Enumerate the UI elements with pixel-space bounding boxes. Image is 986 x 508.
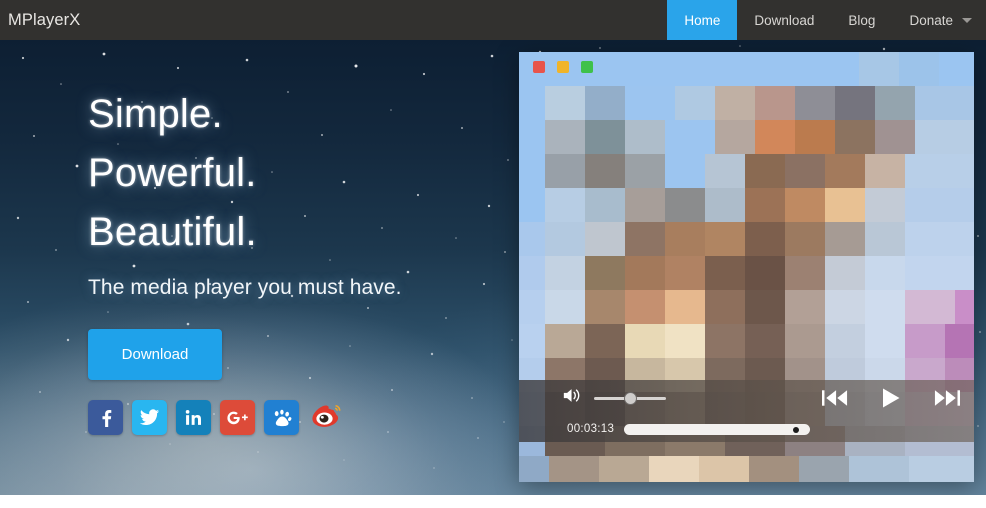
social-links-row <box>88 400 402 435</box>
google-plus-icon <box>226 408 250 428</box>
nav-item-download-label: Download <box>754 13 814 28</box>
page-content-below-hero <box>0 495 986 508</box>
window-close-button[interactable] <box>533 61 545 73</box>
nav-item-home[interactable]: Home <box>667 0 737 40</box>
nav-item-blog-label: Blog <box>848 13 875 28</box>
transport-controls <box>822 380 960 416</box>
site-brand-logo[interactable]: MPlayerX <box>0 0 80 40</box>
volume-slider-handle[interactable] <box>624 392 637 405</box>
hero-section: Simple. Powerful. Beautiful. The media p… <box>0 40 986 495</box>
player-controls-bar: 00:03:13 <box>519 380 974 442</box>
player-controls-bottom-row: 00:03:13 <box>519 416 974 442</box>
window-minimize-button[interactable] <box>557 61 569 73</box>
headline-line-1: Simple. <box>88 85 402 144</box>
headline-line-3: Beautiful. <box>88 203 402 262</box>
next-track-button[interactable] <box>933 388 960 408</box>
volume-slider[interactable] <box>594 391 666 405</box>
playback-progress-slider[interactable] <box>624 424 810 435</box>
window-traffic-lights <box>533 61 593 73</box>
page-root: MPlayerX Home Download Blog Donate <box>0 0 986 508</box>
player-controls-top-row <box>519 380 974 416</box>
social-link-linkedin[interactable] <box>176 400 211 435</box>
window-maximize-button[interactable] <box>581 61 593 73</box>
elapsed-time-label: 00:03:13 <box>567 423 614 435</box>
play-button[interactable] <box>879 386 903 410</box>
weibo-icon <box>309 403 343 433</box>
top-navigation-bar: MPlayerX Home Download Blog Donate <box>0 0 986 40</box>
social-link-baidu[interactable] <box>264 400 299 435</box>
social-link-twitter[interactable] <box>132 400 167 435</box>
twitter-icon <box>139 407 160 428</box>
social-link-google-plus[interactable] <box>220 400 255 435</box>
previous-track-button[interactable] <box>822 388 849 408</box>
nav-item-home-label: Home <box>684 13 720 28</box>
media-player-window[interactable]: 00:03:13 <box>519 52 974 482</box>
download-button[interactable]: Download <box>88 329 222 380</box>
nav-item-donate[interactable]: Donate <box>892 0 986 40</box>
nav-item-blog[interactable]: Blog <box>831 0 892 40</box>
nav-menu: Home Download Blog Donate <box>667 0 986 40</box>
chevron-down-icon <box>962 18 972 23</box>
nav-item-download[interactable]: Download <box>737 0 831 40</box>
facebook-icon <box>96 408 116 428</box>
baidu-paw-icon <box>271 407 293 429</box>
progress-track <box>624 424 810 435</box>
headline-line-2: Powerful. <box>88 144 402 203</box>
speaker-icon[interactable] <box>562 386 584 410</box>
play-icon <box>879 386 903 410</box>
progress-handle[interactable] <box>793 427 799 433</box>
skip-back-icon <box>822 388 849 408</box>
social-link-weibo[interactable] <box>308 400 343 435</box>
hero-subheadline: The media player you must have. <box>88 273 402 303</box>
skip-forward-icon <box>933 388 960 408</box>
linkedin-icon <box>184 408 204 428</box>
nav-spacer <box>80 0 667 40</box>
nav-item-donate-label: Donate <box>909 13 953 28</box>
social-link-facebook[interactable] <box>88 400 123 435</box>
hero-copy-block: Simple. Powerful. Beautiful. The media p… <box>88 85 402 435</box>
